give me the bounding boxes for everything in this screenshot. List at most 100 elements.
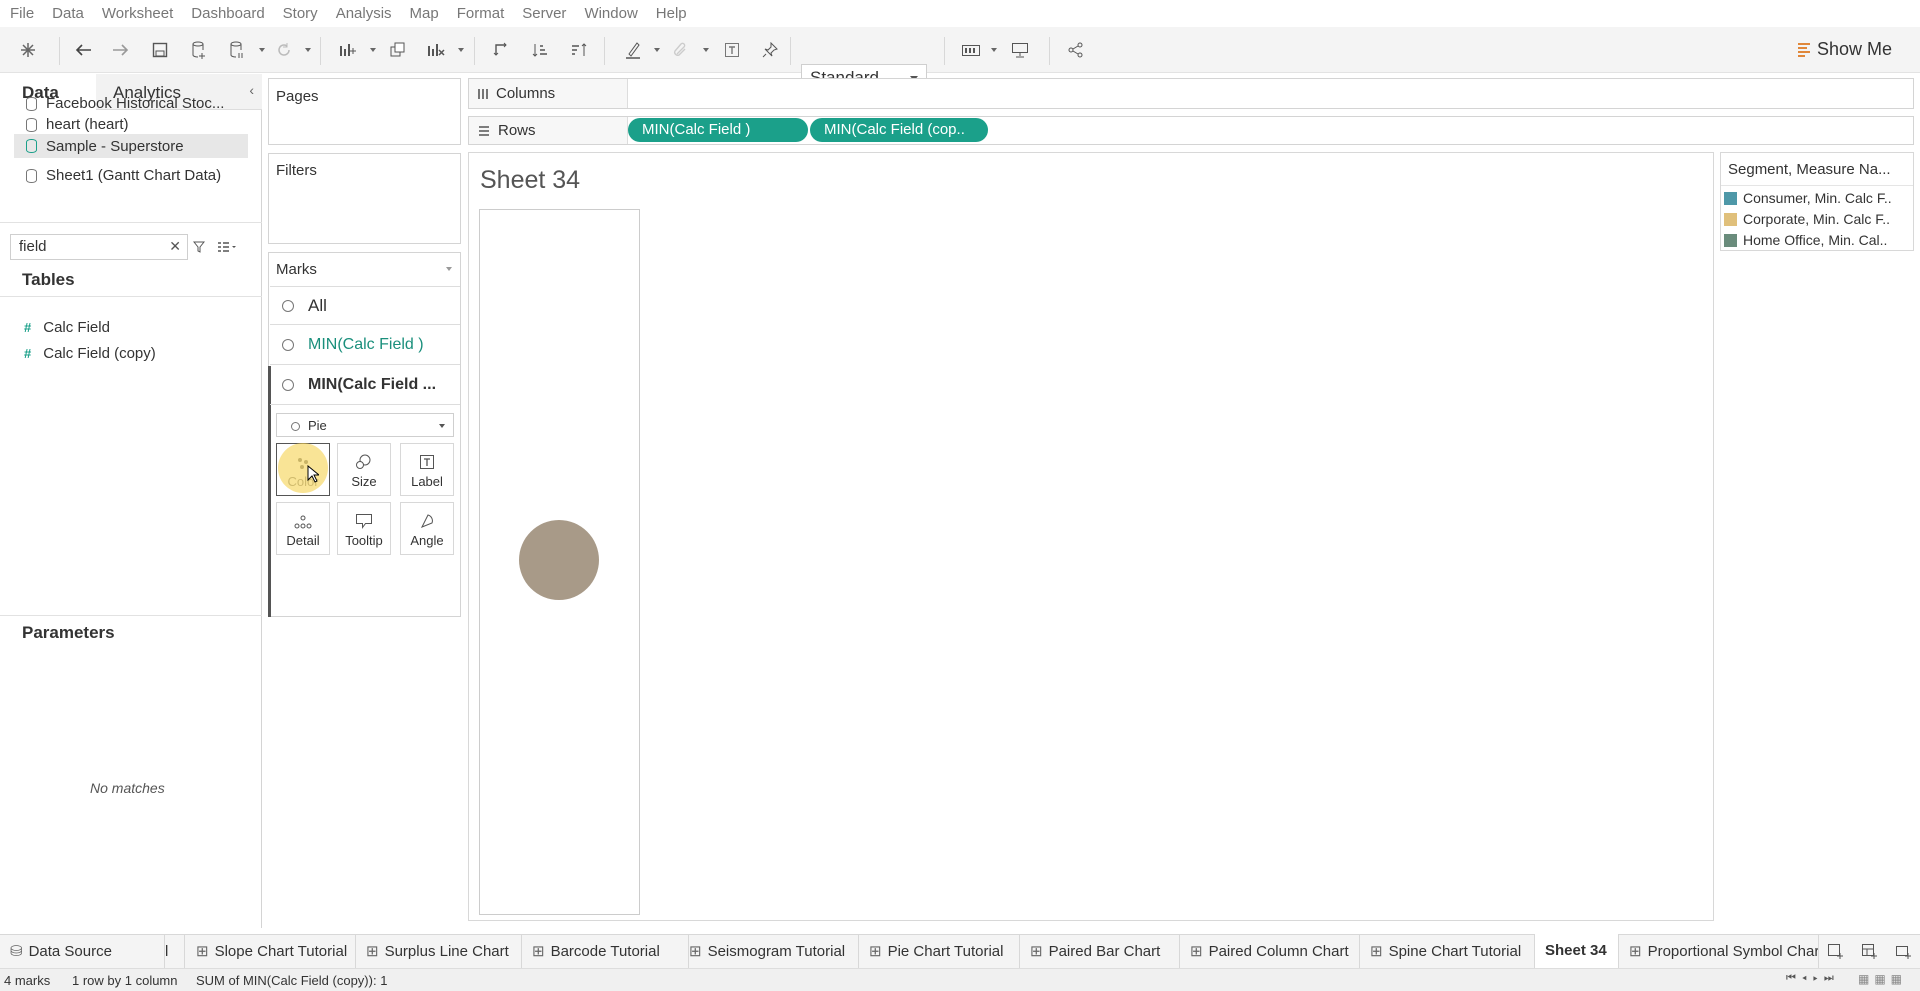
menu-analysis[interactable]: Analysis <box>336 5 392 22</box>
save-icon[interactable] <box>147 37 173 63</box>
legend-item[interactable]: Consumer, Min. Calc F.. <box>1724 190 1892 206</box>
highlight-icon[interactable] <box>620 37 646 63</box>
group-members-icon[interactable] <box>667 37 693 63</box>
database-icon <box>26 168 37 183</box>
datasource-item-selected[interactable]: Sample - Superstore <box>14 134 248 158</box>
menu-server[interactable]: Server <box>522 5 566 22</box>
forward-arrow-icon[interactable] <box>108 37 134 63</box>
rows-pill-calc-field-copy[interactable]: MIN(Calc Field (cop.. <box>810 118 988 142</box>
new-dashboard-tab-icon[interactable] <box>1861 943 1877 963</box>
sheet-navigation-icons[interactable]: ⏮◂▸⏭ <box>1786 972 1840 985</box>
sheet-title: Sheet 34 <box>480 166 581 194</box>
status-rows: 1 row by 1 column <box>72 973 178 988</box>
menu-help[interactable]: Help <box>656 5 687 22</box>
status-bar: 4 marks 1 row by 1 column SUM of MIN(Cal… <box>0 968 1920 991</box>
tab-seismogram[interactable]: ⊞ Seismogram Tutorial <box>679 935 859 969</box>
collapse-chevron-icon[interactable]: ‹ <box>249 82 254 98</box>
swap-rows-columns-icon[interactable] <box>488 37 514 63</box>
parameters-heading: Parameters <box>22 623 115 642</box>
new-datasource-icon[interactable] <box>186 37 212 63</box>
legend-title[interactable]: Segment, Measure Na... <box>1728 161 1891 178</box>
pin-icon[interactable] <box>757 37 783 63</box>
size-button[interactable]: Size <box>337 443 391 496</box>
tab-data-source[interactable]: ⛁ Data Source <box>0 935 165 969</box>
presentation-mode-icon[interactable] <box>1007 37 1033 63</box>
sheet-tabs-bar: ⛁ Data Source l ⊞ Slope Chart Tutorial ⊞ Su… <box>0 934 1920 969</box>
datasource-item[interactable]: heart (heart) <box>26 116 129 133</box>
datasource-item[interactable]: Sheet1 (Gantt Chart Data) <box>26 167 221 184</box>
detail-button[interactable]: Detail <box>276 502 330 555</box>
rows-label: Rows <box>478 122 536 139</box>
mark-type-dropdown[interactable]: Pie <box>276 413 454 437</box>
tab-slope-chart[interactable]: ⊞ Slope Chart Tutorial <box>186 935 356 969</box>
rows-pill-calc-field[interactable]: MIN(Calc Field ) <box>628 118 808 142</box>
new-story-tab-icon[interactable] <box>1895 943 1911 963</box>
menu-file[interactable]: File <box>10 5 34 22</box>
tab-paired-bar[interactable]: ⊞ Paired Bar Chart <box>1020 935 1180 969</box>
tab-barcode[interactable]: ⊞ Barcode Tutorial <box>522 935 689 969</box>
view-mode-icons[interactable]: ▦▦▦ <box>1858 972 1907 986</box>
marks-card-calc-field-copy[interactable]: MIN(Calc Field ... <box>270 366 460 405</box>
menu-worksheet[interactable]: Worksheet <box>102 5 173 22</box>
tab-partial[interactable]: l <box>165 935 185 969</box>
mouse-cursor-icon <box>307 464 321 487</box>
show-cards-icon[interactable] <box>958 37 984 63</box>
pie-icon <box>282 339 294 351</box>
sort-ascending-icon[interactable] <box>527 37 553 63</box>
show-labels-icon[interactable] <box>719 37 745 63</box>
filters-shelf[interactable]: Filters <box>268 153 461 244</box>
new-worksheet-tab-icon[interactable] <box>1827 943 1843 963</box>
menu-window[interactable]: Window <box>584 5 637 22</box>
field-item[interactable]: # Calc Field <box>24 319 110 336</box>
legend-item[interactable]: Home Office, Min. Cal.. <box>1724 232 1887 248</box>
legend-swatch <box>1724 212 1737 226</box>
menu-story[interactable]: Story <box>283 5 318 22</box>
legend-swatch <box>1724 233 1737 247</box>
filter-icon[interactable] <box>192 240 206 257</box>
angle-button[interactable]: Angle <box>400 502 454 555</box>
tab-pie-chart[interactable]: ⊞ Pie Chart Tutorial <box>859 935 1020 969</box>
database-icon: ⛁ <box>10 943 23 960</box>
pages-shelf[interactable]: Pages <box>268 78 461 145</box>
new-worksheet-icon[interactable] <box>335 37 361 63</box>
view-options-icon[interactable] <box>217 240 237 257</box>
menu-dashboard[interactable]: Dashboard <box>191 5 264 22</box>
clear-search-icon[interactable]: ✕ <box>169 238 181 255</box>
refresh-icon[interactable] <box>271 37 297 63</box>
datasource-item[interactable]: Facebook Historical Stoc... <box>26 95 224 112</box>
tab-surplus-line[interactable]: ⊞ Surplus Line Chart <box>356 935 522 969</box>
status-marks: 4 marks <box>4 973 51 988</box>
legend-item[interactable]: Corporate, Min. Calc F.. <box>1724 211 1890 227</box>
field-item[interactable]: # Calc Field (copy) <box>24 345 156 362</box>
back-arrow-icon[interactable] <box>70 37 96 63</box>
toolbar: Standard <box>0 27 1920 91</box>
marks-menu-chevron-icon[interactable] <box>446 267 452 271</box>
tab-paired-column[interactable]: ⊞ Paired Column Chart <box>1180 935 1360 969</box>
marks-card-all[interactable]: All <box>270 286 460 325</box>
sheet-icon: ⊞ <box>1629 943 1642 960</box>
tooltip-button[interactable]: Tooltip <box>337 502 391 555</box>
tab-proportional-symbol[interactable]: ⊞ Proportional Symbol Char <box>1619 935 1819 969</box>
menu-format[interactable]: Format <box>457 5 505 22</box>
share-icon[interactable] <box>1063 37 1089 63</box>
menu-map[interactable]: Map <box>410 5 439 22</box>
sheet-icon: ⊞ <box>1030 943 1043 960</box>
field-search-input[interactable]: field ✕ <box>10 234 188 260</box>
sort-descending-icon[interactable] <box>566 37 592 63</box>
tableau-logo-icon[interactable] <box>15 37 41 63</box>
duplicate-icon[interactable] <box>385 37 411 63</box>
columns-shelf[interactable]: Columns <box>468 78 1914 109</box>
pie-mark[interactable] <box>519 520 599 600</box>
clear-sheet-icon[interactable] <box>423 37 449 63</box>
pause-datasource-icon[interactable] <box>224 37 250 63</box>
label-button[interactable]: Label <box>400 443 454 496</box>
tab-spine-chart[interactable]: ⊞ Spine Chart Tutorial <box>1360 935 1535 969</box>
marks-card-calc-field[interactable]: MIN(Calc Field ) <box>270 326 460 365</box>
sheet-icon: ⊞ <box>532 943 545 960</box>
filters-label: Filters <box>276 162 317 179</box>
menu-data[interactable]: Data <box>52 5 84 22</box>
sheet-icon: ⊞ <box>366 943 379 960</box>
tab-sheet-34-active[interactable]: Sheet 34 <box>1535 934 1619 969</box>
show-me-button[interactable]: Show Me <box>1797 39 1892 60</box>
chevron-down-icon <box>439 424 445 428</box>
